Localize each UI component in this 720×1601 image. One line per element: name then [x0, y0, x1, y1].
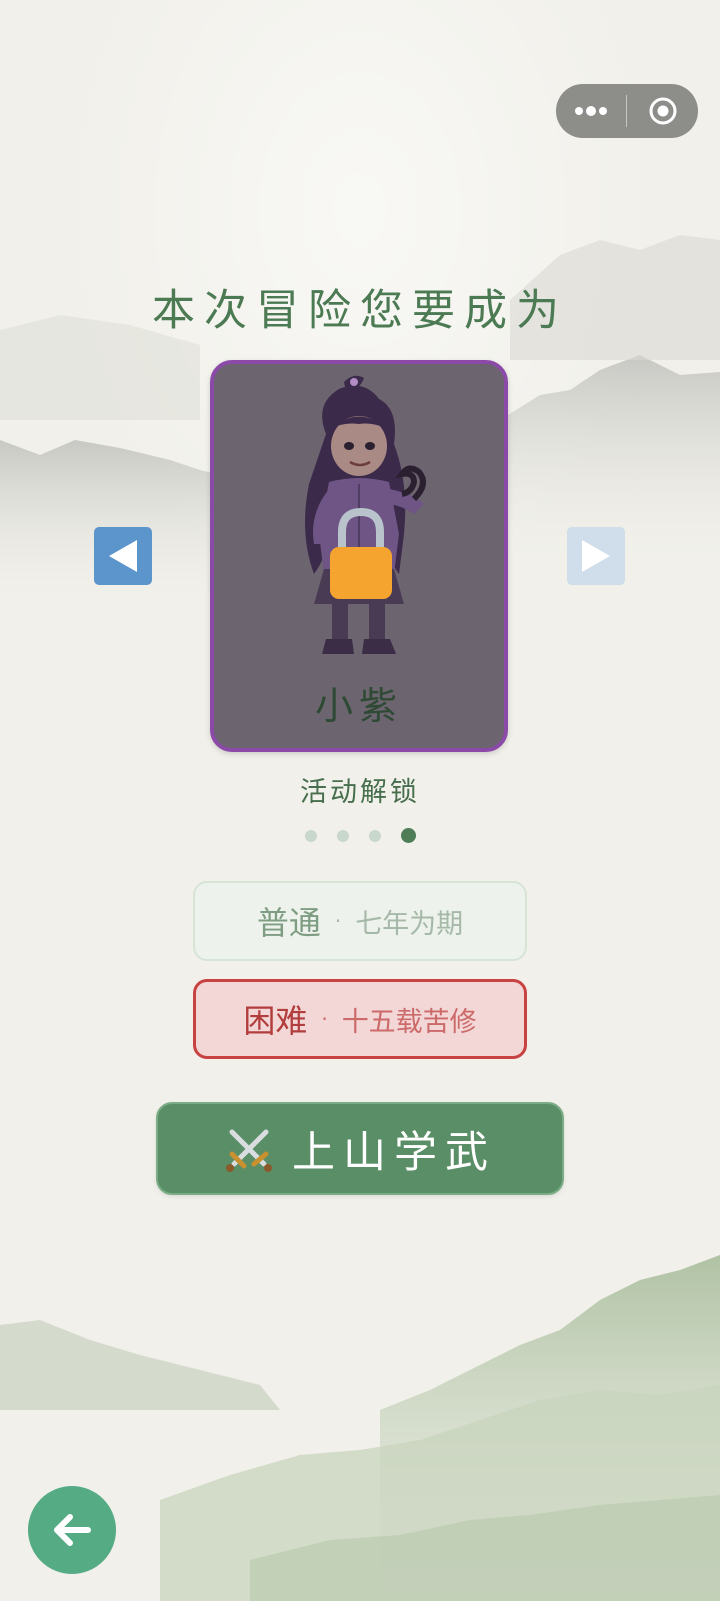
crossed-swords-icon — [226, 1129, 272, 1172]
mini-program-capsule — [556, 84, 698, 138]
target-circle-icon — [649, 97, 676, 125]
unlock-condition-text: 活动解锁 — [300, 777, 420, 808]
difficulty-hard-label: 困难 — [243, 1002, 308, 1040]
difficulty-normal-desc: 七年为期 — [355, 908, 464, 940]
page-dot[interactable] — [336, 829, 349, 842]
start-button-label: 上山学武 — [292, 1127, 496, 1178]
difficulty-normal-option[interactable]: 普通 · 七年为期 — [193, 881, 527, 961]
difficulty-hard-desc: 十五载苦修 — [341, 1006, 477, 1038]
start-adventure-button[interactable]: 上山学武 — [156, 1102, 564, 1195]
difficulty-separator: · — [334, 909, 342, 933]
close-mini-program-button[interactable] — [627, 84, 698, 138]
more-menu-button[interactable] — [556, 84, 626, 138]
character-card[interactable]: 小紫 — [210, 360, 508, 752]
page-title: 本次冒险您要成为 — [152, 286, 568, 336]
difficulty-separator: · — [321, 1007, 328, 1031]
more-dots-icon — [575, 106, 607, 116]
triangle-right-icon — [582, 540, 610, 572]
triangle-left-icon — [109, 540, 137, 572]
previous-character-button[interactable] — [94, 527, 152, 585]
next-character-button[interactable] — [567, 527, 625, 585]
difficulty-normal-label: 普通 — [256, 904, 321, 942]
back-button[interactable] — [28, 1486, 116, 1574]
page-dot[interactable] — [368, 829, 381, 842]
page-dot-active[interactable] — [400, 828, 416, 843]
page-dot[interactable] — [304, 829, 317, 842]
character-name: 小紫 — [314, 684, 403, 728]
arrow-left-icon — [54, 1514, 91, 1546]
difficulty-hard-option[interactable]: 困难 · 十五载苦修 — [193, 979, 527, 1059]
carousel-pagination — [0, 828, 720, 843]
